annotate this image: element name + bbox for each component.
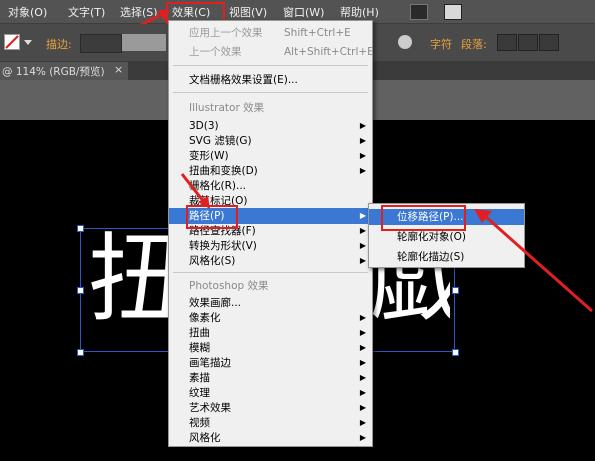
recolor-icon[interactable] <box>398 35 412 49</box>
menu-type[interactable]: 文字(T) <box>68 4 105 20</box>
menu-object[interactable]: 对象(O) <box>8 4 47 20</box>
menu-item-effect-gallery[interactable]: 效果画廊... <box>169 296 372 310</box>
document-tab-title: @ 114% (RGB/预览) <box>2 66 105 78</box>
effect-menu: 应用上一个效果 Shift+Ctrl+E 上一个效果 Alt+Shift+Ctr… <box>168 20 374 447</box>
section-photoshop-effects: Photoshop 效果 <box>189 280 269 292</box>
submenu-arrow-icon: ▶ <box>359 433 366 442</box>
menu-item-convert-to-shape[interactable]: 转换为形状(V) ▶ <box>169 239 372 253</box>
annotation-arrow-offset <box>474 209 593 313</box>
menu-item-pixelate[interactable]: 像素化 ▶ <box>169 311 372 325</box>
menu-item-sketch[interactable]: 素描 ▶ <box>169 371 372 385</box>
menu-item-stylize-illustrator[interactable]: 风格化(S) ▶ <box>169 254 372 268</box>
menu-item-3d[interactable]: 3D(3) ▶ <box>169 119 372 133</box>
annotation-arrow-path <box>180 173 210 209</box>
fill-swatch-icon[interactable] <box>4 34 20 50</box>
menu-item-last-effect[interactable]: 上一个效果 Alt+Shift+Ctrl+E <box>169 45 374 59</box>
fill-dropdown-icon[interactable] <box>24 40 32 45</box>
document-tab[interactable]: @ 114% (RGB/预览) × <box>0 62 128 80</box>
submenu-arrow-icon: ▶ <box>359 328 366 337</box>
menu-separator <box>173 65 368 66</box>
align-left-icon[interactable] <box>497 34 517 51</box>
menu-item-video[interactable]: 视频 ▶ <box>169 416 372 430</box>
align-center-icon[interactable] <box>518 34 538 51</box>
menu-item-document-raster-settings[interactable]: 文档栅格效果设置(E)... <box>169 73 372 87</box>
menu-item-artistic[interactable]: 艺术效果 ▶ <box>169 401 372 415</box>
layout-icon[interactable] <box>444 4 462 20</box>
menu-item-stylize-photoshop[interactable]: 风格化 ▶ <box>169 431 372 445</box>
paragraph-label[interactable]: 段落: <box>461 36 487 52</box>
character-label[interactable]: 字符 <box>430 36 452 52</box>
annotation-box-offset-path <box>381 205 466 231</box>
submenu-arrow-icon: ▶ <box>359 226 366 235</box>
submenu-arrow-icon: ▶ <box>359 211 366 220</box>
selection-handle[interactable] <box>77 225 84 232</box>
submenu-arrow-icon: ▶ <box>359 403 366 412</box>
menu-item-blur[interactable]: 模糊 ▶ <box>169 341 372 355</box>
stroke-weight-field[interactable] <box>80 34 122 53</box>
submenu-arrow-icon: ▶ <box>359 358 366 367</box>
submenu-arrow-icon: ▶ <box>359 121 366 130</box>
ai-icon[interactable] <box>410 4 428 20</box>
stroke-label: 描边: <box>46 38 72 51</box>
menu-item-svg-filters[interactable]: SVG 滤镜(G) ▶ <box>169 134 372 148</box>
submenu-arrow-icon: ▶ <box>359 166 366 175</box>
selection-handle[interactable] <box>452 349 459 356</box>
menu-item-brush-strokes[interactable]: 画笔描边 ▶ <box>169 356 372 370</box>
selection-handle[interactable] <box>77 349 84 356</box>
submenu-arrow-icon: ▶ <box>359 343 366 352</box>
menu-view[interactable]: 视图(V) <box>229 4 267 20</box>
section-illustrator-effects: Illustrator 效果 <box>189 102 265 114</box>
submenu-arrow-icon: ▶ <box>359 418 366 427</box>
menu-item-texture[interactable]: 纹理 ▶ <box>169 386 372 400</box>
submenu-arrow-icon: ▶ <box>359 241 366 250</box>
document-close-icon[interactable]: × <box>114 63 123 76</box>
submenu-arrow-icon: ▶ <box>359 373 366 382</box>
menu-separator <box>173 272 368 273</box>
menu-help[interactable]: 帮助(H) <box>340 4 379 20</box>
menu-item-distort[interactable]: 扭曲 ▶ <box>169 326 372 340</box>
stroke-style-field[interactable] <box>122 34 166 51</box>
menu-window[interactable]: 窗口(W) <box>283 4 324 20</box>
selection-handle[interactable] <box>452 287 459 294</box>
menu-item-warp[interactable]: 变形(W) ▶ <box>169 149 372 163</box>
submenu-arrow-icon: ▶ <box>359 151 366 160</box>
selection-handle[interactable] <box>77 287 84 294</box>
submenu-arrow-icon: ▶ <box>359 256 366 265</box>
align-right-icon[interactable] <box>539 34 559 51</box>
submenu-arrow-icon: ▶ <box>359 136 366 145</box>
menu-separator <box>173 92 368 93</box>
submenu-arrow-icon: ▶ <box>359 388 366 397</box>
menu-item-apply-last-effect[interactable]: 应用上一个效果 Shift+Ctrl+E <box>169 26 372 40</box>
submenu-arrow-icon: ▶ <box>359 313 366 322</box>
